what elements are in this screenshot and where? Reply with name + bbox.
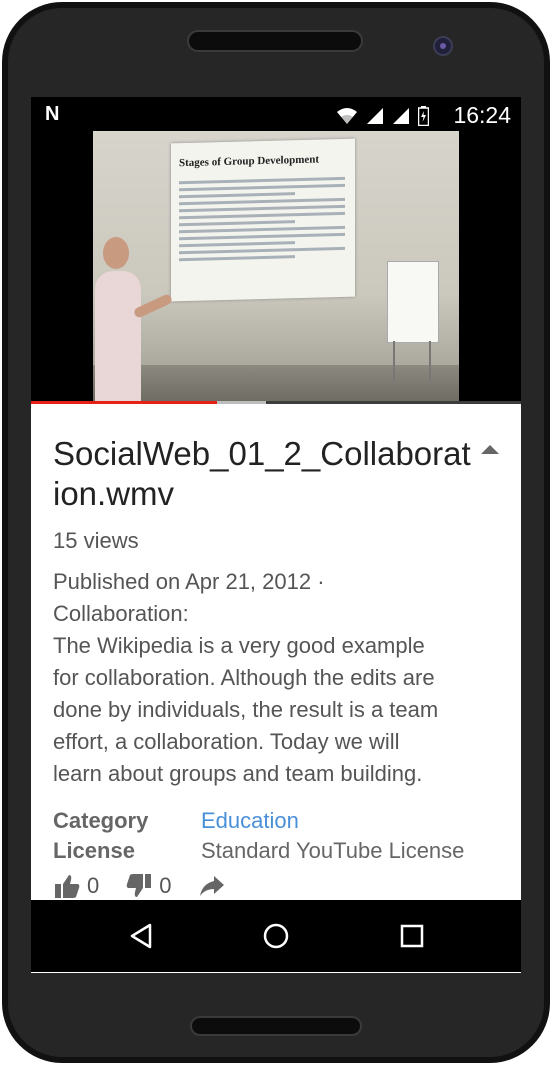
wifi-icon	[337, 108, 357, 124]
presenter	[95, 271, 141, 401]
like-button[interactable]: 0	[53, 872, 99, 900]
flipchart	[387, 261, 439, 343]
signal-icon	[367, 108, 383, 124]
presenter-head	[103, 237, 129, 269]
thumbs-down-icon	[126, 874, 152, 897]
license-label: License	[53, 838, 135, 863]
description-line: Collaboration:	[53, 601, 189, 626]
home-icon	[263, 923, 289, 949]
recents-button[interactable]	[394, 918, 430, 954]
category-label: Category	[53, 808, 149, 833]
license-value: Standard YouTube License	[201, 838, 465, 863]
slide-text	[179, 173, 345, 265]
view-count: 15 views	[53, 528, 139, 553]
status-time: 16:24	[453, 102, 511, 128]
video-frame[interactable]: Stages of Group Development	[93, 131, 459, 401]
top-speaker	[187, 30, 363, 52]
collapse-icon[interactable]	[479, 442, 501, 456]
action-bar: 0 0	[53, 872, 244, 900]
projected-slide: Stages of Group Development	[171, 138, 355, 302]
recents-icon	[400, 924, 424, 948]
back-icon	[130, 923, 152, 949]
description-line: effort, a collaboration. Today we will	[53, 729, 400, 754]
description-line: Published on Apr 21, 2012 ·	[53, 569, 325, 594]
category-link[interactable]: Education	[201, 806, 299, 836]
home-button[interactable]	[258, 918, 294, 954]
description-line: The Wikipedia is a very good example	[53, 633, 425, 658]
thumbs-up-icon	[55, 875, 80, 898]
phone-frame: N 16:24 Stages of Group Development Soci…	[0, 0, 552, 1065]
back-button[interactable]	[123, 918, 159, 954]
notification-icon: N	[45, 103, 59, 125]
screen: N 16:24 Stages of Group Development Soci…	[31, 97, 521, 973]
video-title: SocialWeb_01_2_Collaboration.wmv	[53, 435, 471, 512]
dislike-count: 0	[159, 873, 172, 898]
video-floor	[93, 365, 459, 401]
share-icon	[199, 876, 224, 896]
license-row: License Standard YouTube License	[53, 836, 464, 866]
bottom-speaker	[190, 1016, 362, 1036]
description-line: learn about groups and team building.	[53, 761, 423, 786]
front-camera	[433, 36, 453, 56]
description-line: for collaboration. Although the edits ar…	[53, 665, 435, 690]
battery-icon	[418, 106, 429, 126]
signal-icon	[393, 108, 409, 124]
metadata-table: Category Education License Standard YouT…	[53, 806, 464, 866]
share-button[interactable]	[198, 872, 226, 900]
video-player[interactable]: Stages of Group Development	[31, 131, 521, 401]
category-row: Category Education	[53, 806, 464, 836]
title-row: SocialWeb_01_2_Collaboration.wmv	[53, 434, 473, 514]
like-count: 0	[87, 873, 100, 898]
slide-title: Stages of Group Development	[179, 153, 320, 170]
status-icons	[336, 106, 429, 126]
dislike-button[interactable]: 0	[125, 872, 172, 900]
video-info-panel: SocialWeb_01_2_Collaboration.wmv 15 view…	[31, 404, 521, 973]
description-line: done by individuals, the result is a tea…	[53, 697, 439, 722]
status-bar: N 16:24	[31, 97, 521, 131]
video-description: Published on Apr 21, 2012 · Collaboratio…	[53, 566, 503, 790]
navigation-bar	[31, 900, 521, 972]
